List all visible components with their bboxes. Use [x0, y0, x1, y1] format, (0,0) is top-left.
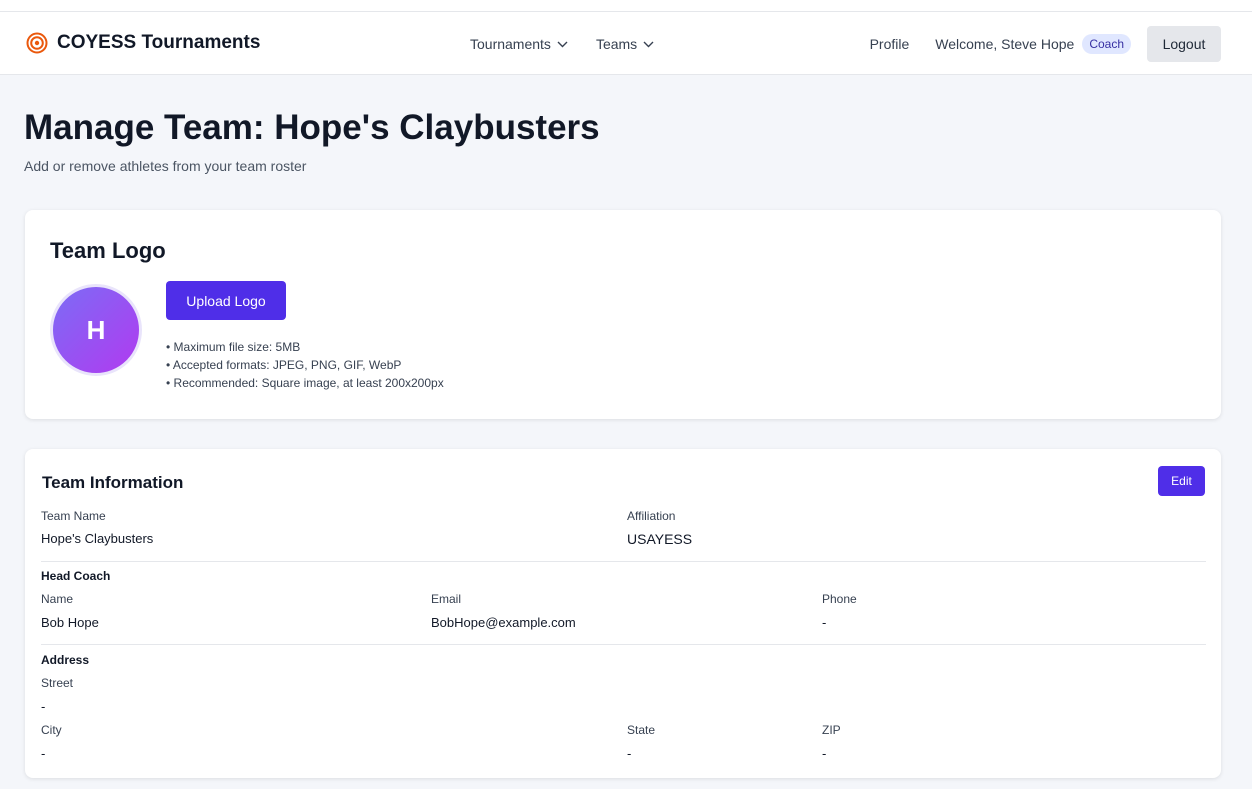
coach-email-value: BobHope@example.com: [431, 615, 576, 630]
navbar: COYESS Tournaments Tournaments Teams Pro…: [0, 11, 1252, 75]
upload-note: • Recommended: Square image, at least 20…: [166, 376, 444, 390]
nav-menu: Tournaments Teams: [470, 36, 654, 52]
state-label: State: [627, 723, 656, 737]
team-information-card: Team Information Edit Team Name Hope's C…: [25, 449, 1221, 778]
nav-tournaments[interactable]: Tournaments: [470, 36, 568, 52]
welcome-text: Welcome, Steve Hope: [935, 36, 1075, 52]
city-label: City: [41, 723, 62, 737]
upload-note: • Accepted formats: JPEG, PNG, GIF, WebP: [166, 358, 402, 372]
upload-logo-button[interactable]: Upload Logo: [166, 281, 286, 320]
chevron-down-icon: [643, 41, 654, 47]
team-name-label: Team Name: [41, 509, 106, 523]
head-coach-heading: Head Coach: [41, 569, 111, 583]
team-logo-card: Team Logo H Upload Logo • Maximum file s…: [25, 210, 1221, 419]
zip-label: ZIP: [822, 723, 841, 737]
coach-email-label: Email: [431, 592, 462, 606]
coach-name-value: Bob Hope: [41, 615, 99, 630]
team-avatar: H: [50, 284, 142, 376]
page-subtitle: Add or remove athletes from your team ro…: [24, 158, 307, 174]
affiliation-value: USAYESS: [627, 531, 693, 547]
address-heading: Address: [41, 653, 90, 667]
nav-teams-label: Teams: [595, 36, 638, 52]
target-icon: [26, 32, 48, 54]
edit-button[interactable]: Edit: [1158, 466, 1205, 496]
coach-name-label: Name: [41, 592, 74, 606]
team-logo-title: Team Logo: [50, 238, 166, 263]
affiliation-label: Affiliation: [627, 509, 676, 523]
street-label: Street: [41, 676, 74, 690]
nav-teams[interactable]: Teams: [596, 36, 654, 52]
avatar-initial: H: [86, 314, 106, 345]
nav-right: Profile Welcome, Steve Hope Coach Logout: [870, 26, 1221, 62]
team-name-value: Hope's Claybusters: [41, 531, 154, 546]
nav-tournaments-label: Tournaments: [470, 36, 551, 52]
zip-value: -: [822, 746, 827, 761]
coach-phone-value: -: [822, 615, 827, 630]
logout-button[interactable]: Logout: [1147, 26, 1221, 62]
top-strip: [0, 0, 1252, 11]
chevron-down-icon: [557, 41, 568, 47]
brand-name: COYESS Tournaments: [57, 32, 261, 53]
profile-link[interactable]: Profile: [870, 36, 910, 52]
upload-notes: • Maximum file size: 5MB • Accepted form…: [166, 338, 444, 392]
role-badge: Coach: [1082, 34, 1131, 54]
upload-note: • Maximum file size: 5MB: [166, 340, 301, 354]
street-value: -: [41, 699, 46, 714]
divider: [41, 644, 1206, 645]
city-value: -: [41, 746, 46, 761]
divider: [41, 561, 1206, 562]
coach-phone-label: Phone: [822, 592, 857, 606]
state-value: -: [627, 746, 632, 761]
team-information-title: Team Information: [42, 473, 184, 492]
brand[interactable]: COYESS Tournaments: [26, 32, 260, 54]
page-title: Manage Team: Hope's Claybusters: [24, 108, 600, 147]
